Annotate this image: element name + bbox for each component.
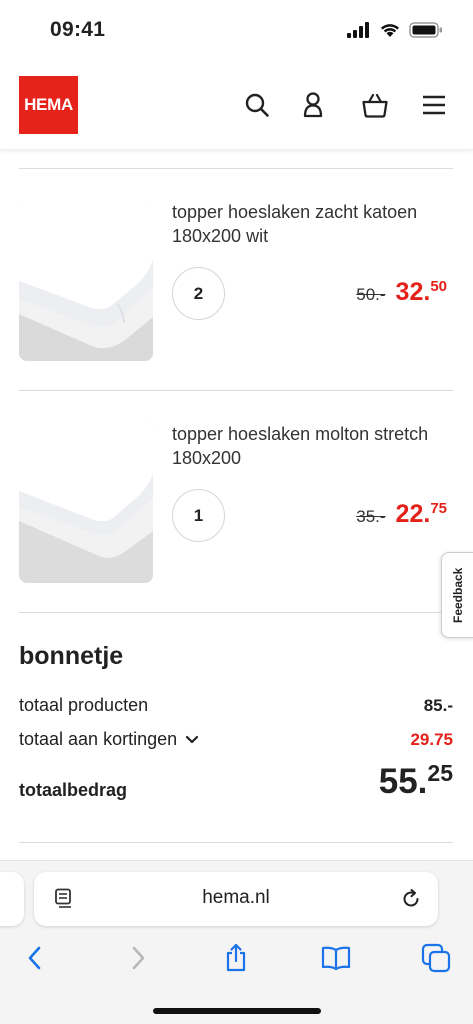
home-indicator [153, 1008, 321, 1014]
discounts-value: 29.75 [410, 730, 453, 749]
back-icon[interactable] [18, 941, 52, 975]
forward-icon[interactable] [121, 941, 155, 975]
divider [19, 390, 453, 391]
signal-icon [347, 22, 369, 38]
grand-total-value: 55.25 [378, 760, 453, 801]
product-image[interactable] [19, 199, 153, 361]
bookmarks-icon[interactable] [319, 941, 353, 975]
feedback-label: Feedback [451, 567, 465, 623]
chevron-down-icon [186, 735, 199, 743]
products-total-value: 85.- [423, 696, 453, 715]
tabs-icon[interactable] [419, 941, 453, 975]
divider [19, 842, 453, 843]
basket-icon[interactable] [360, 90, 390, 120]
account-icon[interactable] [298, 90, 328, 120]
reload-icon[interactable] [400, 888, 422, 915]
discounts-label: totaal aan kortingen [19, 729, 178, 749]
status-time: 09:41 [50, 18, 106, 41]
product-title[interactable]: topper hoeslaken zacht katoen 180x200 wi… [172, 200, 457, 248]
wifi-icon [381, 24, 399, 37]
url-text[interactable]: hema.nl [34, 887, 438, 909]
price-block: 50.- 32.50 [356, 278, 447, 307]
share-icon[interactable] [219, 941, 253, 975]
grand-total-label: totaalbedrag [19, 780, 128, 800]
site-header: HEMA [0, 66, 473, 150]
quantity-selector[interactable]: 1 [172, 489, 225, 542]
hema-logo[interactable]: HEMA [19, 76, 78, 134]
product-image[interactable] [19, 421, 153, 583]
divider [19, 612, 453, 613]
products-total-label: totaal producten [19, 695, 149, 715]
receipt-title: bonnetje [19, 642, 124, 670]
product-title[interactable]: topper hoeslaken molton stretch 180x200 [172, 422, 457, 470]
quantity-selector[interactable]: 2 [172, 267, 225, 320]
browser-toolbar: hema.nl [0, 860, 473, 1024]
feedback-tab[interactable]: Feedback [441, 552, 473, 638]
new-price: 22.75 [395, 500, 447, 528]
menu-icon[interactable] [419, 90, 449, 120]
address-bar[interactable]: hema.nl [34, 872, 438, 926]
old-price: 50.- [356, 285, 386, 304]
price-block: 35.- 22.75 [356, 500, 447, 529]
discounts-toggle[interactable]: totaal aan kortingen [19, 729, 199, 750]
search-icon[interactable] [242, 90, 272, 120]
status-icons [347, 22, 443, 38]
new-price: 32.50 [395, 278, 447, 306]
battery-icon [409, 22, 442, 38]
old-price: 35.- [356, 507, 386, 526]
previous-tab-card[interactable] [0, 872, 24, 926]
divider [19, 168, 453, 169]
